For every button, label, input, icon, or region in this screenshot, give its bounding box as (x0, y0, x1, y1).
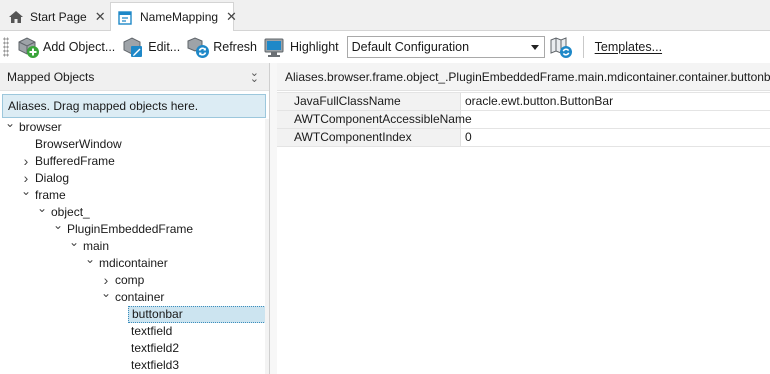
tree-node[interactable]: › Dialog (0, 170, 266, 187)
configurations-button[interactable] (547, 33, 577, 61)
tree-node[interactable]: ⌄ mdicontainer (0, 252, 266, 272)
tree-node[interactable]: ⌄ main (0, 235, 266, 255)
refresh-button[interactable]: Refresh (184, 33, 261, 61)
tree-node-label: comp (115, 273, 145, 287)
tree-node[interactable]: › comp (0, 272, 266, 289)
tree-scrollbar[interactable] (265, 119, 269, 374)
add-object-icon (16, 35, 40, 59)
refresh-label: Refresh (213, 40, 258, 54)
property-name: AWTComponentIndex (277, 129, 461, 146)
highlight-button[interactable]: Highlight (261, 33, 343, 61)
tree-node-label: BufferedFrame (35, 154, 115, 168)
chevron-down-icon[interactable]: ⌄ (100, 285, 112, 302)
mapped-objects-tree: ⌄ browser BrowserWindow › BufferedFrame › Dial… (0, 116, 266, 374)
tree-node-label: buttonbar (128, 306, 266, 323)
property-value[interactable]: oracle.ewt.button.ButtonBar (461, 93, 770, 110)
tree-node-label: browser (19, 120, 62, 134)
chevron-down-icon (530, 45, 539, 50)
tree-node[interactable]: textfield3 (0, 357, 266, 374)
collapse-chevron-icon[interactable]: ⌄ ⌄ (250, 68, 259, 85)
tree-node-label: mdicontainer (99, 256, 168, 270)
tree-node[interactable]: BrowserWindow (0, 136, 266, 153)
home-icon (8, 9, 24, 25)
property-row[interactable]: AWTComponentAccessibleName (277, 111, 770, 129)
edit-label: Edit... (148, 40, 181, 54)
add-object-label: Add Object... (43, 40, 116, 54)
refresh-icon (186, 35, 210, 59)
property-name: JavaFullClassName (277, 93, 461, 110)
tree-node[interactable]: ⌄ PluginEmbeddedFrame (0, 218, 266, 238)
chevron-down-icon[interactable]: ⌄ (4, 115, 16, 132)
tree-node[interactable]: › BufferedFrame (0, 153, 266, 170)
chevron-down-icon[interactable]: ⌄ (20, 183, 32, 200)
tree-node[interactable]: ⌄ browser (0, 116, 266, 136)
tree-node[interactable]: ⌄ object_ (0, 201, 266, 221)
property-row[interactable]: JavaFullClassName oracle.ewt.button.Butto… (277, 93, 770, 111)
tree-node[interactable]: buttonbar (0, 306, 266, 323)
property-value[interactable]: 0 (461, 129, 770, 146)
tree-node-label: textfield3 (131, 358, 180, 372)
toolbar: Add Object... Edit... Refresh Highlight … (0, 31, 770, 63)
aliases-hint-text: Aliases. Drag mapped objects here. (8, 99, 199, 113)
panel-title: Mapped Objects (7, 69, 95, 84)
tree-node-label: textfield (131, 324, 173, 338)
tree-node-label: container (115, 290, 165, 304)
templates-button[interactable]: Templates... (590, 33, 666, 61)
panel-splitter[interactable] (270, 63, 277, 374)
chevron-right-icon[interactable]: › (20, 153, 32, 170)
mapped-objects-panel: Mapped Objects ⌄ ⌄ Aliases. Drag mapped o… (0, 63, 270, 374)
alias-path: Aliases.browser.frame.object_.PluginEmbe… (277, 63, 770, 91)
aliases-drop-area[interactable]: Aliases. Drag mapped objects here. (2, 94, 266, 118)
tab-start-page[interactable]: Start Page ✕ (2, 2, 106, 31)
mapped-objects-header: Mapped Objects ⌄ ⌄ (0, 63, 269, 91)
object-details-panel: Aliases.browser.frame.object_.PluginEmbe… (277, 63, 770, 374)
highlight-label: Highlight (290, 40, 339, 54)
configuration-value: Default Configuration (351, 40, 470, 54)
tab-label: NameMapping (140, 10, 219, 24)
document-tab-bar: Start Page ✕ NameMapping ✕ (0, 0, 770, 32)
tab-name-mapping[interactable]: NameMapping ✕ (110, 2, 237, 32)
tree-node-label: textfield2 (131, 341, 180, 355)
property-name: AWTComponentAccessibleName (277, 111, 472, 128)
chevron-down-icon[interactable]: ⌄ (36, 200, 48, 217)
toolbar-separator (582, 36, 584, 58)
name-mapping-icon (117, 9, 134, 26)
edit-icon (121, 35, 145, 59)
chevron-down-icon[interactable]: ⌄ (84, 251, 96, 268)
templates-label: Templates... (594, 40, 663, 54)
tree-node[interactable]: ⌄ container (0, 286, 266, 306)
property-row[interactable]: AWTComponentIndex 0 (277, 129, 770, 147)
properties-grid: JavaFullClassName oracle.ewt.button.Butto… (277, 92, 770, 147)
chevron-down-icon[interactable]: ⌄ (68, 234, 80, 251)
tree-node-label: BrowserWindow (35, 137, 122, 151)
tree-node[interactable]: textfield2 (0, 340, 266, 357)
close-icon[interactable]: ✕ (95, 9, 106, 25)
toolbar-grip[interactable] (3, 37, 9, 57)
configuration-dropdown[interactable]: Default Configuration (346, 36, 545, 58)
close-icon[interactable]: ✕ (226, 9, 237, 25)
map-refresh-icon (549, 35, 573, 59)
add-object-button[interactable]: Add Object... (14, 33, 119, 61)
highlight-monitor-icon (263, 35, 287, 59)
chevron-down-icon[interactable]: ⌄ (52, 217, 64, 234)
tree-node[interactable]: textfield (0, 323, 266, 340)
edit-button[interactable]: Edit... (119, 33, 184, 61)
tab-label: Start Page (30, 9, 87, 24)
property-value[interactable] (461, 111, 770, 128)
tree-node-label: Dialog (35, 171, 70, 185)
tree-node-label: PluginEmbeddedFrame (67, 222, 194, 236)
